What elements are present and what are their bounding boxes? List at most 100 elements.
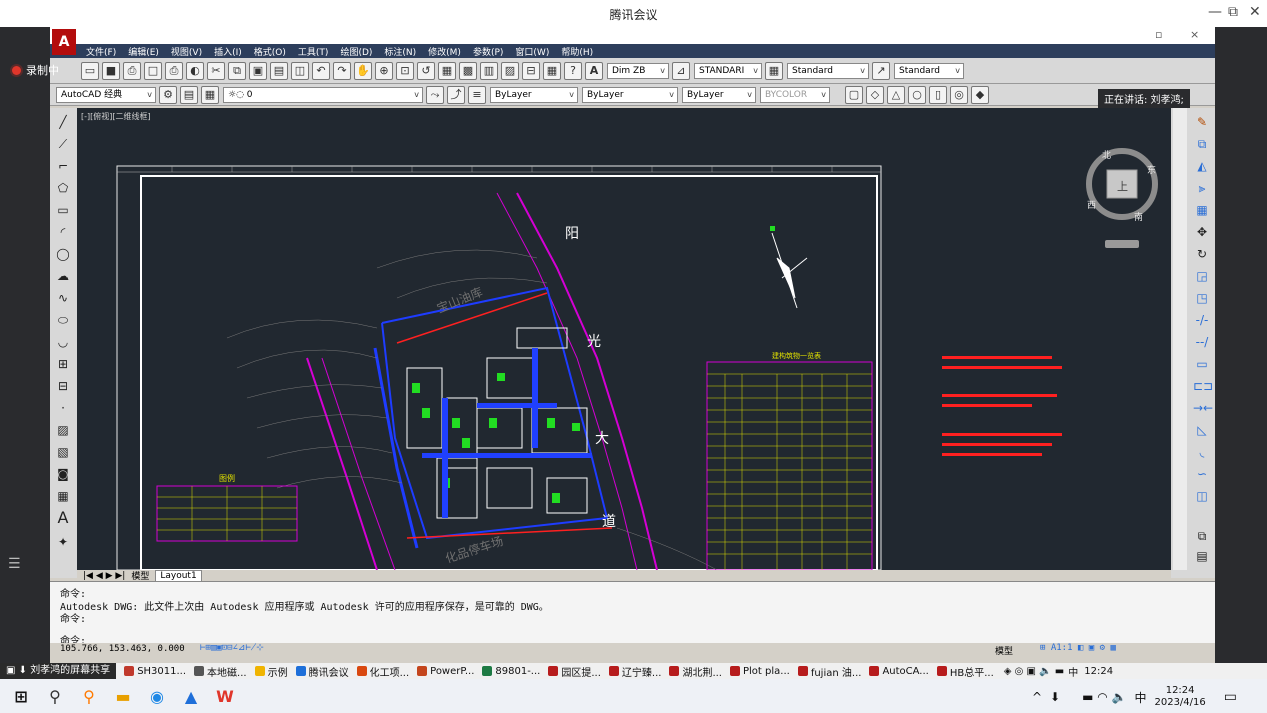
table-icon[interactable]: ▦: [54, 488, 72, 504]
menu-edit[interactable]: 编辑(E): [128, 45, 159, 58]
line-icon[interactable]: ╱: [54, 114, 72, 130]
draworder-icon[interactable]: ⧉: [1193, 528, 1211, 544]
file-explorer-icon[interactable]: ▬: [106, 679, 140, 713]
drafting-toggles-icon[interactable]: ⊢⊞▥▣⊡⊟∠⊿⊬⊹: [200, 643, 264, 653]
hatch-icon[interactable]: ▨: [54, 422, 72, 438]
menu-file[interactable]: 文件(F): [86, 45, 116, 58]
layer-walk-icon[interactable]: ▤: [1193, 548, 1211, 564]
help-icon[interactable]: ?: [564, 61, 582, 80]
cad-close-button[interactable]: ×: [1190, 28, 1199, 41]
menu-draw[interactable]: 绘图(D): [340, 45, 372, 58]
layer-iso-icon[interactable]: ≡: [468, 85, 486, 104]
color-select[interactable]: ByLayer: [490, 86, 578, 103]
mirror-icon[interactable]: ◭: [1193, 158, 1211, 174]
sphere-icon[interactable]: ○: [908, 85, 926, 104]
open-icon[interactable]: ▭: [81, 61, 99, 80]
share-task-4[interactable]: 化工项...: [356, 664, 409, 679]
palettes-icon[interactable]: ▥: [480, 61, 498, 80]
calculator-icon[interactable]: ▦: [543, 61, 561, 80]
chamfer-icon[interactable]: ◺: [1193, 422, 1211, 438]
pan-icon[interactable]: ✋: [354, 61, 372, 80]
mleader-style-icon[interactable]: ↗: [872, 61, 890, 80]
menu-icon[interactable]: ☰: [8, 556, 21, 572]
model-space-toggle[interactable]: 模型: [995, 644, 1013, 657]
menu-help[interactable]: 帮助(H): [561, 45, 593, 58]
status-tray-icons[interactable]: ⊞ A1:1 ◧ ▣ ⚙ ▦: [1040, 643, 1116, 653]
offset-icon[interactable]: ⫸: [1193, 180, 1211, 196]
minimize-button[interactable]: —: [1208, 4, 1222, 20]
start-icon[interactable]: ⊞: [4, 679, 38, 713]
menu-view[interactable]: 视图(V): [171, 45, 202, 58]
preview-icon[interactable]: □: [144, 61, 162, 80]
gradient-icon[interactable]: ▧: [54, 444, 72, 460]
markup-icon[interactable]: ⊟: [522, 61, 540, 80]
fillet-icon[interactable]: ◟: [1193, 444, 1211, 460]
menu-modify[interactable]: 修改(M): [428, 45, 461, 58]
publish-icon[interactable]: ◐: [186, 61, 204, 80]
make-block-icon[interactable]: ⊟: [54, 378, 72, 394]
save-icon[interactable]: ■: [102, 61, 120, 80]
menu-tools[interactable]: 工具(T): [298, 45, 329, 58]
extend-icon[interactable]: --/: [1193, 334, 1211, 350]
add-selected-icon[interactable]: ✦: [54, 534, 72, 550]
arc-icon[interactable]: ◜: [54, 224, 72, 240]
lineweight-select[interactable]: ByLayer: [682, 86, 756, 103]
autocad-logo-icon[interactable]: A: [52, 29, 76, 55]
zoom-previous-icon[interactable]: ↺: [417, 61, 435, 80]
menu-dimension[interactable]: 标注(N): [384, 45, 416, 58]
polygon-icon[interactable]: ⬠: [54, 180, 72, 196]
layer-manager-icon[interactable]: ▤: [180, 85, 198, 104]
print-icon[interactable]: ⎙: [123, 61, 141, 80]
break-icon[interactable]: ⊏⊐: [1193, 378, 1213, 394]
search-icon[interactable]: ⚲: [38, 679, 72, 713]
plotstyle-select[interactable]: BYCOLOR: [760, 86, 830, 103]
plot-icon[interactable]: ⎙: [165, 61, 183, 80]
ime-indicator[interactable]: 中: [1134, 689, 1146, 706]
spline-icon[interactable]: ∿: [54, 290, 72, 306]
design-center-icon[interactable]: ▩: [459, 61, 477, 80]
cut-icon[interactable]: ✂: [207, 61, 225, 80]
break-point-icon[interactable]: ▭: [1193, 356, 1211, 372]
dim-style-icon[interactable]: ⊿: [672, 61, 690, 80]
move-icon[interactable]: ✥: [1193, 224, 1211, 240]
edge-icon[interactable]: ◉: [140, 679, 174, 713]
share-task-12[interactable]: AutoCA...: [869, 666, 929, 677]
circle-icon[interactable]: ◯: [54, 246, 72, 262]
cone-icon[interactable]: △: [887, 85, 905, 104]
box-icon[interactable]: ▢: [845, 85, 863, 104]
workspace-select[interactable]: AutoCAD 经典: [56, 86, 156, 103]
text-style-icon[interactable]: A: [585, 61, 603, 80]
undo-icon[interactable]: ↶: [312, 61, 330, 80]
revcloud-icon[interactable]: ☁: [54, 268, 72, 284]
wedge-icon[interactable]: ◇: [866, 85, 884, 104]
zoom-window-icon[interactable]: ⊡: [396, 61, 414, 80]
search-app-icon[interactable]: ⚲: [72, 679, 106, 713]
copy-icon[interactable]: ⧉: [228, 61, 246, 80]
vertical-scrollbar[interactable]: [1173, 108, 1187, 570]
explode-icon[interactable]: ◫: [1193, 488, 1211, 504]
layer-select[interactable]: ☼◌ 0: [223, 86, 423, 103]
share-task-5[interactable]: PowerP...: [417, 666, 474, 677]
show-hidden-icon[interactable]: ^: [1032, 690, 1042, 704]
make-current-icon[interactable]: ⤳: [426, 85, 444, 104]
rotate-icon[interactable]: ↻: [1193, 246, 1211, 262]
tab-nav-icon[interactable]: |◀ ◀ ▶ ▶|: [83, 571, 125, 581]
trim-icon[interactable]: -/-: [1193, 312, 1211, 328]
share-task-6[interactable]: 89801-...: [482, 666, 540, 677]
region-icon[interactable]: ◙: [54, 466, 72, 482]
menu-parameters[interactable]: 参数(P): [473, 45, 503, 58]
redo-icon[interactable]: ↷: [333, 61, 351, 80]
block-icon[interactable]: ◫: [291, 61, 309, 80]
workspace-settings-icon[interactable]: ⚙: [159, 85, 177, 104]
coordinates-readout[interactable]: 105.766, 153.463, 0.000: [60, 644, 185, 654]
mleader-style-select[interactable]: Standard: [894, 62, 964, 79]
text-style-select[interactable]: STANDARI: [694, 62, 762, 79]
share-task-10[interactable]: Plot pla...: [730, 666, 790, 677]
table-style-icon[interactable]: ▦: [765, 61, 783, 80]
construction-line-icon[interactable]: ⟋: [54, 136, 72, 152]
linetype-select[interactable]: ByLayer: [582, 86, 678, 103]
network-volume-icons[interactable]: ▬ ◠ 🔈: [1082, 690, 1126, 704]
layer-state-icon[interactable]: ▦: [201, 85, 219, 104]
scale-icon[interactable]: ◲: [1193, 268, 1211, 284]
table-style-select[interactable]: Standard: [787, 62, 869, 79]
